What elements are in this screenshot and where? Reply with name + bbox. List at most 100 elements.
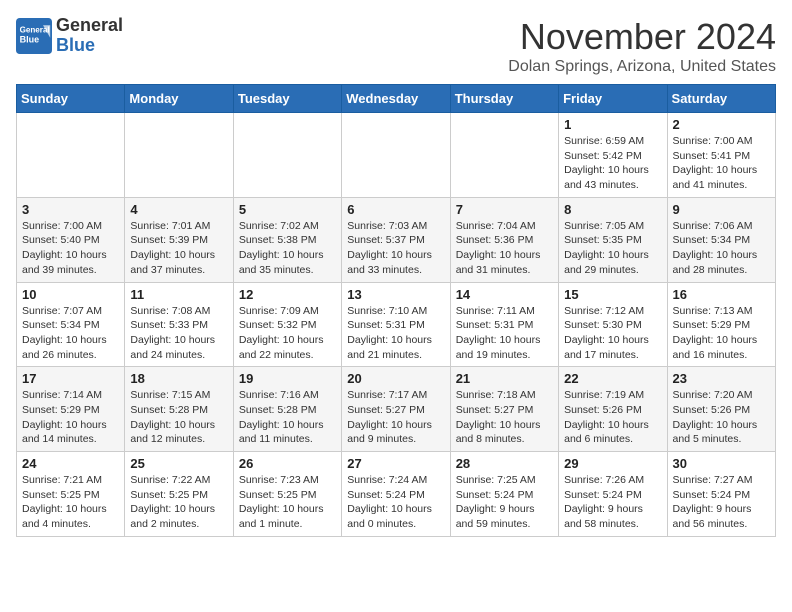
calendar-cell <box>17 113 125 198</box>
day-number: 12 <box>239 287 336 302</box>
cell-info: Sunrise: 7:06 AMSunset: 5:34 PMDaylight:… <box>673 219 770 278</box>
cell-info: Sunrise: 7:17 AMSunset: 5:27 PMDaylight:… <box>347 388 444 447</box>
calendar-cell: 4 Sunrise: 7:01 AMSunset: 5:39 PMDaylight… <box>125 197 233 282</box>
calendar-cell: 15Sunrise: 7:12 AMSunset: 5:30 PMDayligh… <box>559 282 667 367</box>
calendar-week-row: 17 Sunrise: 7:14 AMSunset: 5:29 PMDayligh… <box>17 367 776 452</box>
calendar-cell: 10 Sunrise: 7:07 AMSunset: 5:34 PMDayligh… <box>17 282 125 367</box>
cell-info: Sunrise: 7:15 AMSunset: 5:28 PMDaylight:… <box>130 388 227 447</box>
cell-info: Sunrise: 7:18 AMSunset: 5:27 PMDaylight:… <box>456 388 553 447</box>
calendar-cell: 21 Sunrise: 7:18 AMSunset: 5:27 PMDayligh… <box>450 367 558 452</box>
calendar-week-row: 3 Sunrise: 7:00 AMSunset: 5:40 PMDaylight… <box>17 197 776 282</box>
cell-info: Sunrise: 7:26 AMSunset: 5:24 PMDaylight:… <box>564 473 661 532</box>
day-header-saturday: Saturday <box>667 85 775 113</box>
calendar-cell: 13 Sunrise: 7:10 AMSunset: 5:31 PMDayligh… <box>342 282 450 367</box>
day-number: 24 <box>22 456 119 471</box>
cell-info: Sunrise: 7:05 AMSunset: 5:35 PMDaylight:… <box>564 219 661 278</box>
cell-info: Sunrise: 6:59 AMSunset: 5:42 PMDaylight:… <box>564 134 661 193</box>
day-number: 11 <box>130 287 227 302</box>
day-number: 22 <box>564 371 661 386</box>
day-number: 3 <box>22 202 119 217</box>
day-number: 1 <box>564 117 661 132</box>
calendar-cell: 12 Sunrise: 7:09 AMSunset: 5:32 PMDayligh… <box>233 282 341 367</box>
calendar-cell: 6 Sunrise: 7:03 AMSunset: 5:37 PMDaylight… <box>342 197 450 282</box>
calendar-cell: 3 Sunrise: 7:00 AMSunset: 5:40 PMDaylight… <box>17 197 125 282</box>
day-number: 9 <box>673 202 770 217</box>
location-subtitle: Dolan Springs, Arizona, United States <box>508 58 776 76</box>
calendar-cell: 8 Sunrise: 7:05 AMSunset: 5:35 PMDaylight… <box>559 197 667 282</box>
day-number: 19 <box>239 371 336 386</box>
calendar-cell: 24 Sunrise: 7:21 AMSunset: 5:25 PMDayligh… <box>17 452 125 537</box>
calendar-cell: 17 Sunrise: 7:14 AMSunset: 5:29 PMDayligh… <box>17 367 125 452</box>
logo-icon: General Blue <box>16 18 52 54</box>
day-number: 5 <box>239 202 336 217</box>
calendar-cell: 28 Sunrise: 7:25 AMSunset: 5:24 PMDayligh… <box>450 452 558 537</box>
day-number: 28 <box>456 456 553 471</box>
cell-info: Sunrise: 7:27 AMSunset: 5:24 PMDaylight:… <box>673 473 770 532</box>
calendar-cell: 29 Sunrise: 7:26 AMSunset: 5:24 PMDayligh… <box>559 452 667 537</box>
calendar-cell: 7 Sunrise: 7:04 AMSunset: 5:36 PMDaylight… <box>450 197 558 282</box>
page-header: General Blue General Blue November 2024 … <box>16 16 776 76</box>
month-title: November 2024 <box>508 16 776 58</box>
cell-info: Sunrise: 7:12 AMSunset: 5:30 PMDaylight:… <box>564 304 661 363</box>
day-number: 16 <box>673 287 770 302</box>
cell-info: Sunrise: 7:20 AMSunset: 5:26 PMDaylight:… <box>673 388 770 447</box>
cell-info: Sunrise: 7:02 AMSunset: 5:38 PMDaylight:… <box>239 219 336 278</box>
day-number: 6 <box>347 202 444 217</box>
cell-info: Sunrise: 7:09 AMSunset: 5:32 PMDaylight:… <box>239 304 336 363</box>
logo-text: General Blue <box>56 16 123 56</box>
day-number: 26 <box>239 456 336 471</box>
cell-info: Sunrise: 7:03 AMSunset: 5:37 PMDaylight:… <box>347 219 444 278</box>
day-number: 7 <box>456 202 553 217</box>
day-number: 30 <box>673 456 770 471</box>
logo: General Blue General Blue <box>16 16 123 56</box>
calendar-week-row: 24 Sunrise: 7:21 AMSunset: 5:25 PMDayligh… <box>17 452 776 537</box>
day-number: 25 <box>130 456 227 471</box>
day-number: 14 <box>456 287 553 302</box>
calendar-week-row: 10 Sunrise: 7:07 AMSunset: 5:34 PMDayligh… <box>17 282 776 367</box>
cell-info: Sunrise: 7:19 AMSunset: 5:26 PMDaylight:… <box>564 388 661 447</box>
day-number: 10 <box>22 287 119 302</box>
cell-info: Sunrise: 7:01 AMSunset: 5:39 PMDaylight:… <box>130 219 227 278</box>
calendar-cell: 26 Sunrise: 7:23 AMSunset: 5:25 PMDayligh… <box>233 452 341 537</box>
calendar-cell: 14Sunrise: 7:11 AMSunset: 5:31 PMDayligh… <box>450 282 558 367</box>
calendar-table: SundayMondayTuesdayWednesdayThursdayFrid… <box>16 84 776 537</box>
cell-info: Sunrise: 7:07 AMSunset: 5:34 PMDaylight:… <box>22 304 119 363</box>
cell-info: Sunrise: 7:16 AMSunset: 5:28 PMDaylight:… <box>239 388 336 447</box>
day-number: 8 <box>564 202 661 217</box>
day-number: 4 <box>130 202 227 217</box>
cell-info: Sunrise: 7:23 AMSunset: 5:25 PMDaylight:… <box>239 473 336 532</box>
cell-info: Sunrise: 7:21 AMSunset: 5:25 PMDaylight:… <box>22 473 119 532</box>
day-number: 29 <box>564 456 661 471</box>
day-header-sunday: Sunday <box>17 85 125 113</box>
day-header-monday: Monday <box>125 85 233 113</box>
svg-text:Blue: Blue <box>20 34 40 44</box>
calendar-cell: 11 Sunrise: 7:08 AMSunset: 5:33 PMDayligh… <box>125 282 233 367</box>
calendar-cell: 27 Sunrise: 7:24 AMSunset: 5:24 PMDayligh… <box>342 452 450 537</box>
calendar-cell <box>450 113 558 198</box>
cell-info: Sunrise: 7:10 AMSunset: 5:31 PMDaylight:… <box>347 304 444 363</box>
day-header-friday: Friday <box>559 85 667 113</box>
calendar-cell: 1 Sunrise: 6:59 AMSunset: 5:42 PMDaylight… <box>559 113 667 198</box>
cell-info: Sunrise: 7:04 AMSunset: 5:36 PMDaylight:… <box>456 219 553 278</box>
cell-info: Sunrise: 7:13 AMSunset: 5:29 PMDaylight:… <box>673 304 770 363</box>
calendar-cell: 2Sunrise: 7:00 AMSunset: 5:41 PMDaylight… <box>667 113 775 198</box>
day-number: 20 <box>347 371 444 386</box>
day-header-tuesday: Tuesday <box>233 85 341 113</box>
cell-info: Sunrise: 7:08 AMSunset: 5:33 PMDaylight:… <box>130 304 227 363</box>
cell-info: Sunrise: 7:25 AMSunset: 5:24 PMDaylight:… <box>456 473 553 532</box>
cell-info: Sunrise: 7:14 AMSunset: 5:29 PMDaylight:… <box>22 388 119 447</box>
day-number: 21 <box>456 371 553 386</box>
calendar-cell: 22 Sunrise: 7:19 AMSunset: 5:26 PMDayligh… <box>559 367 667 452</box>
calendar-cell: 9 Sunrise: 7:06 AMSunset: 5:34 PMDaylight… <box>667 197 775 282</box>
day-number: 17 <box>22 371 119 386</box>
cell-info: Sunrise: 7:24 AMSunset: 5:24 PMDaylight:… <box>347 473 444 532</box>
cell-info: Sunrise: 7:00 AMSunset: 5:41 PMDaylight:… <box>673 134 770 193</box>
cell-info: Sunrise: 7:00 AMSunset: 5:40 PMDaylight:… <box>22 219 119 278</box>
day-number: 27 <box>347 456 444 471</box>
day-number: 13 <box>347 287 444 302</box>
calendar-cell: 5 Sunrise: 7:02 AMSunset: 5:38 PMDaylight… <box>233 197 341 282</box>
calendar-cell: 30 Sunrise: 7:27 AMSunset: 5:24 PMDayligh… <box>667 452 775 537</box>
calendar-cell <box>125 113 233 198</box>
calendar-cell: 20 Sunrise: 7:17 AMSunset: 5:27 PMDayligh… <box>342 367 450 452</box>
calendar-cell: 25Sunrise: 7:22 AMSunset: 5:25 PMDayligh… <box>125 452 233 537</box>
